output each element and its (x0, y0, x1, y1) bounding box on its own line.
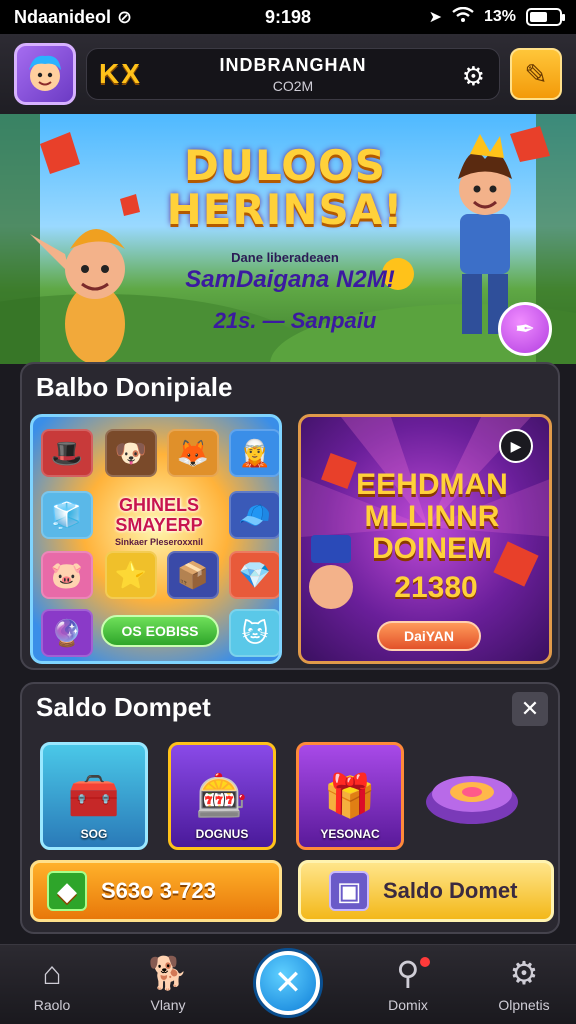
banner-title: DULOOS HERINSA! (150, 144, 420, 232)
feather-icon: ✒ (514, 315, 536, 343)
nav-label: Domix (388, 997, 428, 1013)
battery-icon (526, 8, 565, 26)
avatar-face-icon (29, 55, 61, 91)
header: KX INDBRANGHAN CO2M ⚙ ✎ (0, 34, 576, 114)
banner-action-button[interactable]: ✒ (498, 302, 552, 356)
adventurer-character (458, 134, 512, 334)
banner-title-line1: DULOOS (184, 141, 386, 190)
battery-percent: 13% (483, 8, 516, 25)
hero-tile-icon: 🧢 (229, 491, 279, 539)
edit-pencil-button[interactable]: ✎ (510, 48, 562, 100)
gear-icon: ⚙ (509, 955, 539, 991)
gem-tile-icon: 💎 (229, 551, 279, 599)
avatar[interactable] (14, 43, 76, 105)
header-title: INDBRANGHAN (219, 54, 367, 75)
pig-tile-icon: 🐷 (41, 551, 93, 599)
play-button[interactable]: ▶ (499, 429, 533, 463)
featured-card-right[interactable]: ▶ EEHDMAN MLLINNR DOINEM 21380 DaiYAN (298, 414, 552, 664)
nav-label: Raolo (33, 997, 71, 1013)
nav-settings[interactable]: ⚙ Olpnetis (474, 953, 574, 1013)
wallet-item[interactable]: 🎰 DOGNUS (168, 742, 276, 850)
card-action-button[interactable]: DaiYAN (377, 621, 481, 651)
balance-button-label: S63o 3-723 (101, 878, 216, 903)
machine-icon: 🎰 (195, 771, 249, 819)
cube-icon: ▣ (329, 871, 369, 911)
nav-home[interactable]: ⌂ Raolo (2, 953, 102, 1013)
gift-box-icon: 🎁 (323, 771, 377, 819)
wallet-button-label: Saldo Domet (383, 878, 518, 903)
status-bar: Ndaanideol ⊘ 9:198 ➤ 13% (0, 0, 576, 34)
fox-tile-icon: 🦊 (167, 429, 219, 477)
sync-icon: ⊘ (117, 6, 133, 27)
red-gem-icon (40, 132, 80, 174)
nav-pet[interactable]: 🐕 Vlany (118, 953, 218, 1013)
wallet-item[interactable] (422, 742, 522, 850)
search-icon: ⚲ (396, 955, 420, 991)
status-left: Ndaanideol ⊘ (14, 7, 132, 28)
location-icon: ➤ (428, 9, 442, 26)
red-gem-icon (120, 194, 140, 216)
close-button[interactable]: ✕ (512, 692, 548, 726)
notification-dot (420, 957, 430, 967)
item-label: DOGNUS (195, 827, 249, 841)
header-subtitle: CO2M (272, 77, 314, 94)
hover-disc-icon (426, 776, 518, 824)
card-bonus-button[interactable]: OS EOBISS (101, 615, 219, 647)
balance-button[interactable]: ◆ S63o 3-723 (30, 860, 282, 922)
wallet-item[interactable]: 🧰 SOG (40, 742, 148, 850)
banner-small-text: Dane liberadeaen (231, 250, 339, 265)
header-panel: KX INDBRANGHAN CO2M ⚙ (86, 48, 500, 100)
banner-headline: SamDaigana N2M! (185, 266, 395, 293)
bottom-nav: ⌂ Raolo 🐕 Vlany ✕ ⚲ Domix ⚙ Olpnetis (0, 944, 576, 1024)
elf-tile-icon: 🧝 (229, 429, 279, 477)
banner-title-line2: HERINSA! (166, 185, 404, 234)
potion-tile-icon: 🔮 (41, 609, 93, 657)
treasure-chest-icon: 🧰 (67, 771, 121, 819)
character-tile-icon: 🎩 (41, 429, 93, 477)
cube-tile-icon: 🧊 (41, 491, 93, 539)
star-tile-icon: ⭐ (105, 551, 157, 599)
section-title: Saldo Dompet (36, 692, 211, 722)
box-tile-icon: 📦 (167, 551, 219, 599)
cat-tile-icon: 🐱 (229, 609, 279, 657)
section-title: Balbo Donipiale (36, 372, 233, 402)
settings-gear-icon[interactable]: ⚙ (462, 61, 485, 92)
close-icon: ✕ (273, 964, 303, 1002)
item-label: YESONAC (320, 827, 380, 841)
pet-tile-icon: 🐶 (105, 429, 157, 477)
nav-label: Vlany (150, 997, 186, 1013)
wallet-item[interactable]: 🎁 YESONAC (296, 742, 404, 850)
wallet-section: Saldo Dompet ✕ 🧰 SOG 🎰 DOGNUS 🎁 YESONAC … (20, 682, 560, 934)
header-titles: INDBRANGHAN CO2M (87, 55, 499, 94)
pet-icon: 🐕 (148, 955, 188, 991)
nav-search[interactable]: ⚲ Domix (358, 953, 458, 1013)
card-title: EEHDMAN MLLINNR DOINEM (356, 468, 508, 565)
character-head-icon (309, 565, 353, 609)
item-label: SOG (80, 827, 108, 841)
pencil-icon: ✎ (524, 58, 548, 90)
home-icon: ⌂ (42, 955, 62, 991)
battery-fill (530, 12, 547, 22)
carrier-name: Ndaanideol (14, 6, 112, 27)
nav-center-close-button[interactable]: ✕ (256, 951, 320, 1015)
green-gem-icon: ◆ (47, 871, 87, 911)
banner-subline: 21s. — Sanpaiu (213, 308, 377, 333)
card-value: 21380 (394, 571, 478, 604)
card-label: GHINELS SMAYERP (115, 495, 203, 535)
featured-section: Balbo Donipiale 🎩 🐶 🦊 🧝 🧊 🧢 🐷 ⭐ 📦 💎 🔮 🐱 … (20, 362, 560, 670)
wallet-button[interactable]: ▣ Saldo Domet (298, 860, 554, 922)
status-right: ➤ 13% (428, 6, 565, 28)
wifi-icon (452, 6, 474, 28)
nav-label: Olpnetis (498, 997, 550, 1013)
featured-card-left[interactable]: 🎩 🐶 🦊 🧝 🧊 🧢 🐷 ⭐ 📦 💎 🔮 🐱 GHINELS SMAYERP … (30, 414, 282, 664)
promo-banner[interactable]: DULOOS HERINSA! Dane liberadeaen SamDaig… (0, 114, 576, 364)
card-sub-label: Sinkaer Pleseroxxnil (114, 537, 204, 547)
